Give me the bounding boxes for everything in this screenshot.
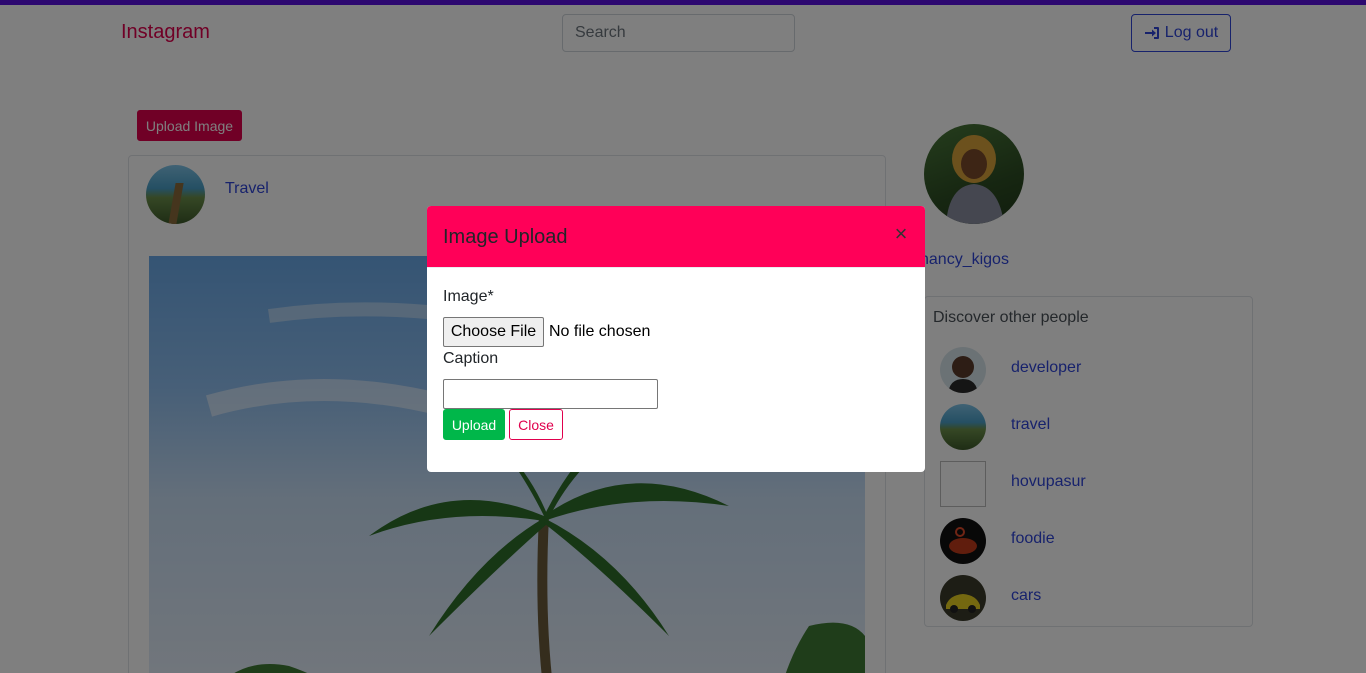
caption-input[interactable] — [443, 379, 658, 409]
image-field-label: Image* — [443, 288, 494, 305]
image-upload-modal: Image Upload × Image* Choose File No fil… — [427, 206, 925, 472]
caption-field-label: Caption — [443, 350, 499, 367]
close-icon[interactable]: × — [891, 220, 911, 248]
modal-title: Image Upload — [443, 226, 568, 248]
upload-button[interactable]: Upload — [443, 409, 505, 440]
choose-file-button[interactable]: Choose File — [443, 317, 544, 347]
close-button[interactable]: Close — [509, 409, 563, 440]
file-status: No file chosen — [549, 323, 651, 340]
modal-header: Image Upload × — [427, 206, 925, 268]
